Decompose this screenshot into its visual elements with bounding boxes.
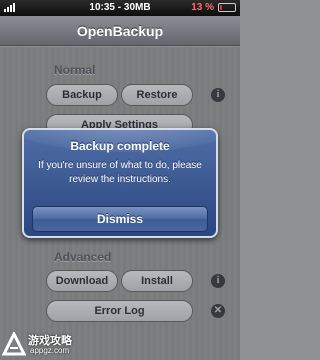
section-label-advanced: Advanced: [54, 250, 112, 264]
alert-title: Backup complete: [70, 139, 170, 153]
download-button[interactable]: Download: [46, 270, 118, 292]
section-label-normal: Normal: [54, 63, 96, 77]
close-icon[interactable]: ✕: [211, 304, 225, 318]
dismiss-button[interactable]: Dismiss: [32, 206, 208, 232]
info-icon-advanced[interactable]: i: [211, 274, 225, 288]
page-title: OpenBackup: [0, 16, 240, 46]
battery-icon: [218, 3, 236, 12]
alert-message: If you're unsure of what to do, please r…: [38, 160, 202, 185]
install-button[interactable]: Install: [121, 270, 193, 292]
error-log-button[interactable]: Error Log: [46, 300, 193, 322]
info-icon[interactable]: i: [211, 88, 225, 102]
backup-button[interactable]: Backup: [46, 84, 118, 106]
status-bar: 10:35 - 30MB 13 %: [0, 0, 240, 16]
watermark-logo-icon: [2, 332, 26, 356]
restore-button[interactable]: Restore: [121, 84, 193, 106]
alert-dialog: Backup complete If you're unsure of what…: [22, 128, 218, 238]
battery-percent: 13 %: [191, 2, 214, 13]
watermark: 游戏攻略 appgz.com: [0, 330, 100, 360]
watermark-url: appgz.com: [30, 346, 70, 355]
